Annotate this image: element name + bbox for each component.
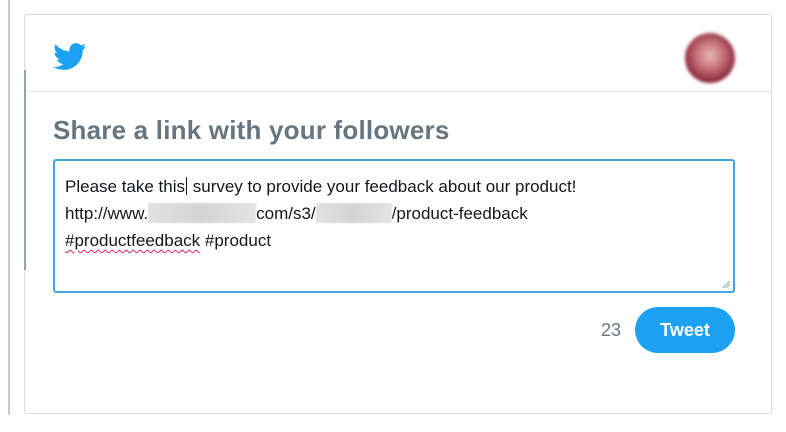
dialog-header: [25, 15, 771, 92]
user-avatar[interactable]: [685, 33, 735, 83]
tweet-line-1: Please take this survey to provide your …: [65, 173, 723, 200]
tweet-line-3: #productfeedback #product: [65, 227, 723, 254]
tweet-text-before-caret: Please take this: [65, 177, 186, 196]
hashtag-product: #product: [200, 231, 272, 250]
character-count: 23: [601, 320, 622, 340]
page: Share a link with your followers Please …: [0, 0, 786, 432]
text-caret: [186, 177, 188, 195]
share-dialog: Share a link with your followers Please …: [24, 14, 772, 414]
resize-grip-icon[interactable]: [721, 279, 731, 289]
url-suffix: /product-feedback: [391, 204, 528, 223]
redacted-domain: [148, 203, 257, 223]
twitter-bird-icon: [53, 43, 87, 70]
tweet-button[interactable]: Tweet: [635, 307, 735, 353]
redacted-survey-id: [315, 203, 392, 223]
tweet-text-after-caret: survey to provide your feedback about ou…: [188, 177, 577, 196]
left-divider: [8, 0, 10, 415]
tweet-textarea[interactable]: Please take this survey to provide your …: [53, 159, 735, 293]
tweet-line-2: http://www. com/s3/ /product-feedback: [65, 200, 723, 227]
url-middle: com/s3/: [256, 204, 316, 223]
page-title: Share a link with your followers: [53, 115, 450, 145]
hashtag-productfeedback: #productfeedback: [65, 231, 201, 250]
url-prefix: http://www.: [65, 204, 149, 223]
card-left-accent: [24, 70, 26, 270]
